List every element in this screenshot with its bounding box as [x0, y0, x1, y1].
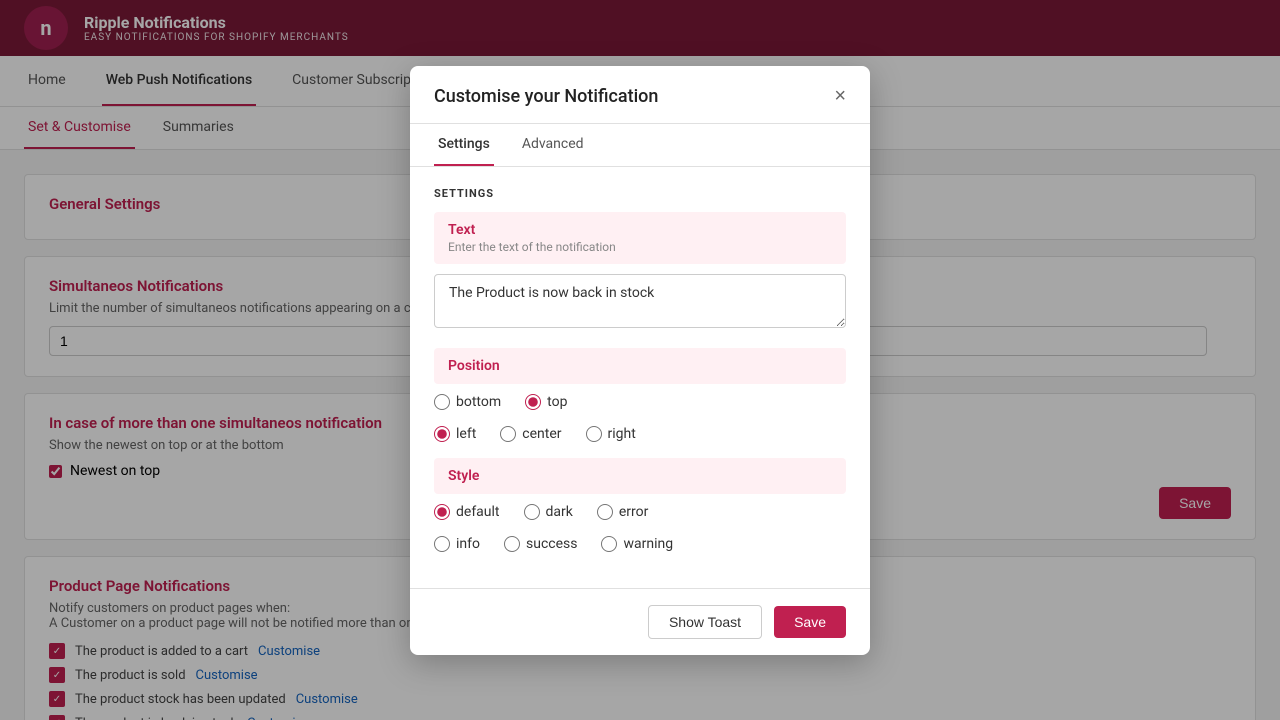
text-field-desc: Enter the text of the notification [448, 240, 832, 254]
radio-success-input[interactable] [504, 536, 520, 552]
radio-info-input[interactable] [434, 536, 450, 552]
settings-section-label: SETTINGS [434, 187, 846, 200]
text-field-header: Text Enter the text of the notification [434, 212, 846, 264]
tab-settings[interactable]: Settings [434, 124, 494, 166]
customise-modal: Customise your Notification × Settings A… [410, 66, 870, 655]
style-row2: info success warning [434, 536, 846, 552]
radio-top-input[interactable] [525, 394, 541, 410]
tab-advanced[interactable]: Advanced [518, 124, 588, 166]
text-field-title: Text [448, 222, 832, 238]
radio-warning[interactable]: warning [601, 536, 673, 552]
radio-center[interactable]: center [500, 426, 561, 442]
modal-body: SETTINGS Text Enter the text of the noti… [410, 167, 870, 588]
position-field-title: Position [448, 358, 832, 374]
radio-error[interactable]: error [597, 504, 649, 520]
radio-left[interactable]: left [434, 426, 476, 442]
radio-dark-input[interactable] [524, 504, 540, 520]
show-toast-button[interactable]: Show Toast [648, 605, 762, 639]
position-row1: bottom top [434, 394, 846, 410]
radio-bottom[interactable]: bottom [434, 394, 501, 410]
radio-top[interactable]: top [525, 394, 567, 410]
radio-default-input[interactable] [434, 504, 450, 520]
style-field-title: Style [448, 468, 832, 484]
radio-left-input[interactable] [434, 426, 450, 442]
radio-bottom-input[interactable] [434, 394, 450, 410]
modal-footer: Show Toast Save [410, 588, 870, 655]
style-field-header: Style [434, 458, 846, 494]
radio-right-input[interactable] [586, 426, 602, 442]
position-field-header: Position [434, 348, 846, 384]
radio-default[interactable]: default [434, 504, 500, 520]
modal-header: Customise your Notification × [410, 66, 870, 124]
modal-title: Customise your Notification [434, 86, 658, 107]
modal-tabs: Settings Advanced [410, 124, 870, 167]
radio-success[interactable]: success [504, 536, 577, 552]
radio-warning-input[interactable] [601, 536, 617, 552]
radio-center-input[interactable] [500, 426, 516, 442]
modal-close-button[interactable]: × [834, 86, 846, 106]
position-row2: left center right [434, 426, 846, 442]
radio-dark[interactable]: dark [524, 504, 573, 520]
radio-error-input[interactable] [597, 504, 613, 520]
radio-info[interactable]: info [434, 536, 480, 552]
modal-overlay: Customise your Notification × Settings A… [0, 0, 1280, 720]
radio-right[interactable]: right [586, 426, 636, 442]
modal-save-button[interactable]: Save [774, 606, 846, 638]
notification-text-input[interactable] [434, 274, 846, 328]
style-row1: default dark error [434, 504, 846, 520]
